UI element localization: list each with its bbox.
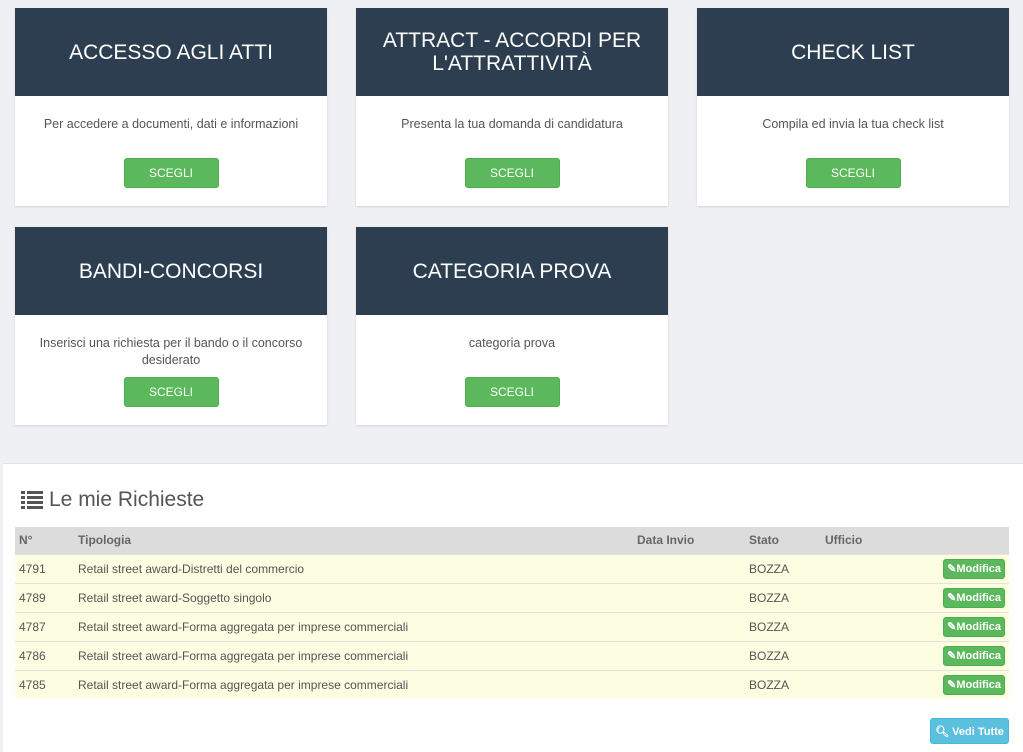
edit-icon: ✎ [947,650,957,662]
requests-title: Le mie Richieste [21,488,204,512]
request-type: Retail street award-Distretti del commer… [74,553,633,583]
choose-button[interactable]: SCEGLI [805,158,901,188]
request-number: 4791 [15,553,74,583]
category-title: CHECK LIST [697,8,1009,96]
request-date [633,669,745,699]
search-icon: 🔍︎ [935,725,950,738]
category-description: Presenta la tua domanda di candidatura [401,117,623,131]
edit-icon: ✎ [947,679,957,692]
request-type: Retail street award-Forma aggregata per … [74,640,633,670]
col-data-invio: Data Invio [633,527,745,554]
table-row: 4786 Retail street award-Forma aggregata… [15,640,1009,670]
table-row: 4787 Retail street award-Forma aggregata… [15,611,1009,641]
table-row: 4791 Retail street award-Distretti del c… [15,553,1009,583]
table-row: 4785 Retail street award-Forma aggregata… [15,669,1009,699]
table-row: 4789 Retail street award-Soggetto singol… [15,582,1009,612]
request-number: 4786 [15,640,74,670]
request-type: Retail street award-Forma aggregata per … [74,611,633,641]
edit-button[interactable]: ✎Modifica [943,558,1005,579]
request-office [821,582,921,612]
request-type: Retail street award-Forma aggregata per … [74,669,633,699]
edit-icon: ✎ [947,621,957,633]
col-n: N° [15,527,74,554]
request-status: BOZZA [745,669,821,699]
col-ufficio: Ufficio [821,527,921,554]
category-title: ACCESSO AGLI ATTI [15,8,327,96]
request-number: 4785 [15,669,74,699]
edit-button[interactable]: ✎Modifica [943,674,1005,695]
col-tipologia: Tipologia [74,527,633,554]
choose-button[interactable]: SCEGLI [464,377,560,407]
category-card: CATEGORIA PROVA categoria prova SCEGLI [356,227,668,425]
request-status: BOZZA [745,582,821,612]
requests-table: N° Tipologia Data Invio Stato Ufficio 47… [15,527,1009,699]
request-office [821,611,921,641]
col-stato: Stato [745,527,821,554]
request-date [633,611,745,641]
edit-icon: ✎ [947,592,957,604]
category-description: categoria prova [468,336,556,350]
edit-button[interactable]: ✎Modifica [943,645,1005,666]
request-office [821,669,921,699]
edit-icon: ✎ [947,563,957,575]
choose-button[interactable]: SCEGLI [464,158,560,188]
request-number: 4789 [15,582,74,612]
category-card: BANDI-CONCORSI Inserisci una richiesta p… [15,227,327,425]
category-title: ATTRACT - ACCORDI PER L'ATTRATTIVITÀ [356,8,668,96]
request-status: BOZZA [745,611,821,641]
request-status: BOZZA [745,553,821,583]
category-description: Inserisci una richiesta per il bando o i… [39,336,303,367]
choose-button[interactable]: SCEGLI [123,158,219,188]
request-type: Retail street award-Soggetto singolo [74,582,633,612]
category-description: Compila ed invia la tua check list [762,117,944,131]
category-card: ACCESSO AGLI ATTI Per accedere a documen… [15,8,327,206]
request-number: 4787 [15,611,74,641]
view-all-button[interactable]: 🔍︎ Vedi Tutte [930,718,1009,744]
request-date [633,640,745,670]
category-title: CATEGORIA PROVA [356,227,668,315]
requests-panel: Le mie Richieste N° Tipologia Data Invio… [3,463,1023,752]
request-date [633,582,745,612]
request-date [633,553,745,583]
category-card: ATTRACT - ACCORDI PER L'ATTRATTIVITÀ Pre… [356,8,668,206]
request-office [821,553,921,583]
choose-button[interactable]: SCEGLI [123,377,219,407]
category-description: Per accedere a documenti, dati e informa… [43,117,299,131]
category-card: CHECK LIST Compila ed invia la tua check… [697,8,1009,206]
edit-button[interactable]: ✎Modifica [943,616,1005,637]
col-actions [921,527,1009,554]
category-title: BANDI-CONCORSI [15,227,327,315]
request-status: BOZZA [745,640,821,670]
edit-button[interactable]: ✎Modifica [943,587,1005,608]
list-icon [21,491,43,509]
request-office [821,640,921,670]
